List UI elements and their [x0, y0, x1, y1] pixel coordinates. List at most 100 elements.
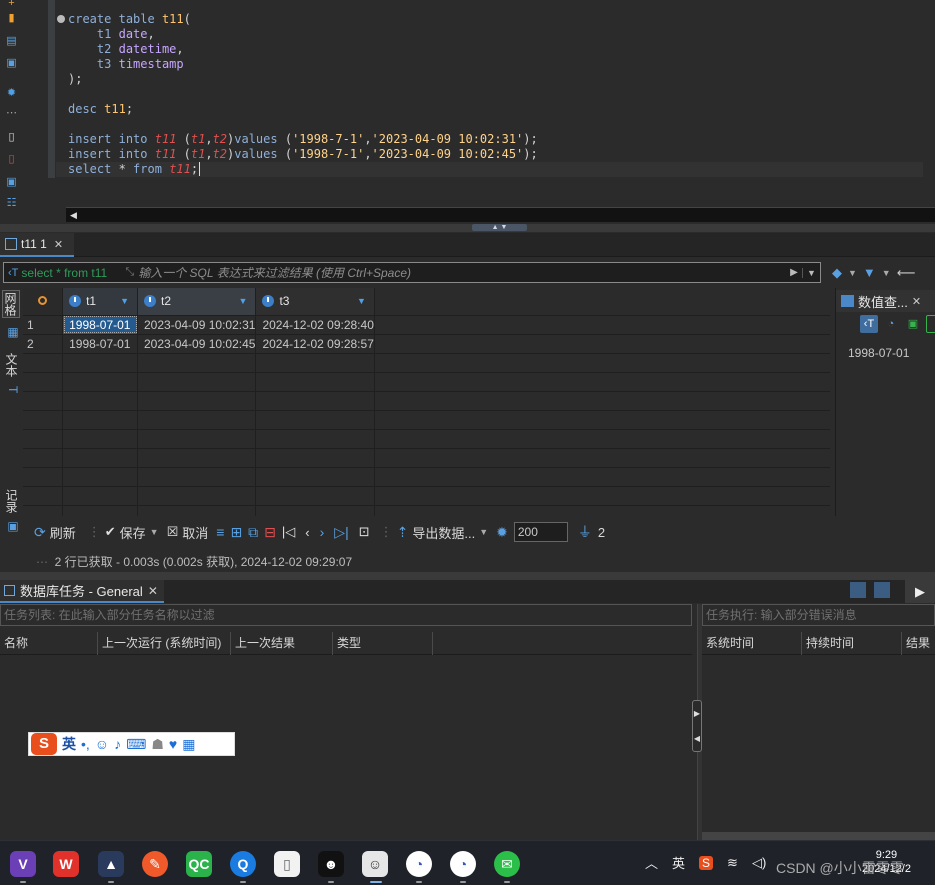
dbeaver-icon[interactable]: ☺ [362, 851, 388, 877]
skin-icon[interactable]: ♥ [169, 736, 177, 752]
tab-database-tasks[interactable]: 数据库任务 - General ✕ [0, 580, 164, 603]
fetch-all-icon[interactable]: ⊡ [359, 524, 370, 540]
column-result[interactable]: 结果 [902, 632, 935, 655]
row-number-header[interactable] [23, 288, 64, 316]
table-row[interactable]: 1 1998-07-01 2023-04-09 10:02:31 2024-12-02… [23, 315, 830, 335]
tab-result[interactable]: t11 1 ✕ [0, 233, 74, 257]
fetch-limit-input[interactable] [513, 522, 568, 542]
chevron-up-icon[interactable]: ︿ [645, 853, 658, 872]
wechat-icon[interactable]: ✉ [494, 851, 520, 877]
user-icon[interactable]: ☗ [151, 736, 164, 753]
clock-app-icon[interactable]: ◔ [406, 851, 432, 877]
delete-row-icon[interactable]: ⊟ [264, 524, 276, 541]
clock-icon[interactable]: ◔ [882, 315, 900, 333]
table-cell[interactable]: 2023-04-09 10:02:45 [137, 334, 257, 354]
close-icon[interactable]: ✕ [912, 295, 921, 308]
tab-text-view[interactable]: 文本 [2, 350, 20, 380]
ime-language-toggle[interactable]: 英 [62, 734, 76, 754]
column-header-t2[interactable]: t2 ▼ [137, 288, 257, 316]
table-cell[interactable]: 2024-12-02 09:28:57 [255, 334, 375, 354]
apply-filter-icon[interactable]: ▶ [786, 267, 802, 278]
filter-input[interactable] [138, 265, 786, 280]
code-line[interactable] [68, 117, 928, 132]
funnel-icon[interactable]: ▼ [863, 265, 876, 280]
more-icon[interactable]: ⋯ [4, 107, 19, 120]
new-script-icon[interactable]: + [4, 0, 19, 10]
emoji-icon[interactable]: ☺ [95, 736, 109, 752]
panel-splitter[interactable] [0, 572, 935, 580]
outline-icon[interactable]: ☷ [4, 197, 19, 210]
last-page-icon[interactable]: ▷| [334, 524, 348, 541]
sort-icon[interactable]: ▼ [239, 296, 248, 306]
eraser-icon[interactable]: ◆ [832, 265, 842, 281]
wps-icon[interactable]: W [53, 851, 79, 877]
cat-app-icon[interactable]: ▲ [98, 851, 124, 877]
next-page-icon[interactable]: › [320, 524, 325, 540]
image-icon[interactable]: ▣ [4, 176, 19, 189]
row-count-icon[interactable]: ⏚ [578, 522, 592, 542]
filter-history-dropdown[interactable]: ▼ [802, 267, 820, 278]
cancel-button[interactable]: ☒ 取消 [167, 523, 209, 542]
settings-icon[interactable]: ✹ [496, 524, 508, 541]
previous-page-icon[interactable]: ‹ [305, 525, 309, 540]
column-header-t3[interactable]: t3 ▼ [255, 288, 375, 316]
table-cell[interactable]: 1998-07-01 [62, 334, 138, 354]
code-line[interactable]: select * from t11; [56, 162, 923, 177]
toolbox-icon[interactable]: ▦ [182, 736, 195, 753]
file-icon[interactable]: ▯ [4, 131, 19, 144]
explain-plan-icon[interactable]: ▤ [4, 35, 19, 48]
column-system-time[interactable]: 系统时间 [702, 632, 802, 655]
row-number[interactable]: 2 [23, 334, 64, 354]
lock-icon[interactable] [874, 582, 890, 598]
copy-row-icon[interactable]: ⧉ [248, 524, 258, 541]
execute-script-icon[interactable]: ▮ [4, 12, 19, 25]
clock-app-icon-2[interactable]: ◔ [450, 851, 476, 877]
input-language[interactable]: 英 [672, 853, 685, 872]
table-row[interactable]: 2 1998-07-01 2023-04-09 10:02:45 2024-12-02… [23, 334, 830, 354]
column-duration[interactable]: 持续时间 [802, 632, 902, 655]
code-line[interactable]: insert into t11 (t1,t2)values ('1998-7-1… [68, 132, 928, 147]
table-cell[interactable]: 2023-04-09 10:02:31 [137, 315, 257, 335]
refresh-button[interactable]: ⟳ 刷新 [34, 523, 76, 542]
group-icon[interactable] [850, 582, 866, 598]
code-line[interactable]: t2 datetime, [68, 42, 928, 57]
code-line[interactable]: ); [68, 72, 928, 87]
export-data-button[interactable]: ⇡ 导出数据... ▼ [397, 523, 489, 542]
text-icon[interactable]: T [2, 382, 20, 398]
column-type[interactable]: 类型 [333, 632, 433, 655]
keyboard-icon[interactable]: ⌨ [126, 736, 146, 753]
console-icon[interactable]: ▣ [4, 57, 19, 70]
run-task-button[interactable]: ▶ [905, 580, 935, 603]
qq-icon[interactable]: ☻ [318, 851, 344, 877]
value-viewer-header[interactable]: 数值查... ✕ [836, 290, 935, 312]
code-line[interactable] [68, 87, 928, 102]
qc-icon[interactable]: QC [186, 851, 212, 877]
microphone-icon[interactable]: ♪ [114, 736, 121, 752]
task-filter-input[interactable] [1, 605, 691, 625]
save-button[interactable]: ✔ 保存 ▼ [105, 523, 159, 542]
copy-icon[interactable] [926, 315, 935, 333]
scroll-left-icon[interactable]: ◀ [70, 210, 77, 221]
close-icon[interactable]: ✕ [54, 238, 63, 251]
sogou-tray-icon[interactable]: S [699, 855, 714, 870]
chevron-down-icon[interactable]: ▼ [150, 527, 159, 537]
add-row-icon[interactable]: ⊞ [230, 524, 242, 541]
column-header-t1[interactable]: t1 ▼ [62, 288, 138, 316]
fold-marker-icon[interactable] [57, 15, 65, 23]
column-last-result[interactable]: 上一次结果 [231, 632, 333, 655]
close-icon[interactable]: ✕ [148, 584, 158, 598]
wifi-icon[interactable]: ≋ [727, 855, 738, 871]
settings-icon[interactable]: ✹ [4, 87, 19, 100]
first-page-icon[interactable]: |◁ [282, 524, 295, 540]
exec-horizontal-scrollbar[interactable] [702, 832, 935, 840]
splitter-handle[interactable]: ▶ ◀ [692, 700, 702, 752]
editor-results-splitter[interactable] [0, 224, 935, 232]
sql-filter-icon[interactable]: ‹T [4, 267, 21, 279]
document-icon[interactable]: ▯ [274, 851, 300, 877]
column-last-run[interactable]: 上一次运行 (系统时间) [98, 632, 231, 655]
column-name[interactable]: 名称 [0, 632, 98, 655]
sogou-logo-icon[interactable]: S [31, 733, 57, 755]
splitter-handle[interactable]: ▲ ▼ [472, 224, 527, 231]
postman-icon[interactable]: ✎ [142, 851, 168, 877]
row-number[interactable]: 1 [23, 315, 64, 335]
